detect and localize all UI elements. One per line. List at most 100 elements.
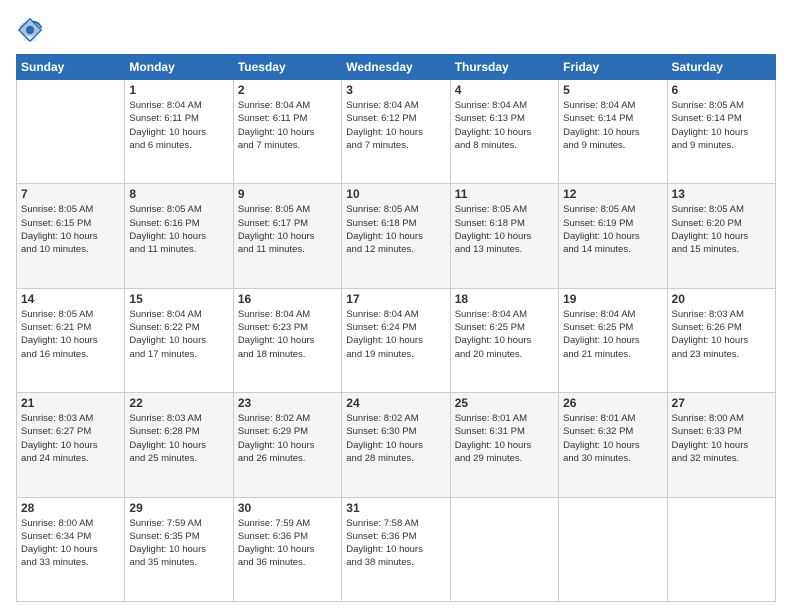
day-number: 6: [672, 83, 771, 97]
day-number: 21: [21, 396, 120, 410]
day-info: Sunrise: 8:05 AM Sunset: 6:20 PM Dayligh…: [672, 203, 771, 256]
calendar-cell: 9 Sunrise: 8:05 AM Sunset: 6:17 PM Daylig…: [233, 184, 341, 288]
calendar-week-5: 28 Sunrise: 8:00 AM Sunset: 6:34 PM Dayli…: [17, 497, 776, 601]
calendar-cell: 10 Sunrise: 8:05 AM Sunset: 6:18 PM Dayli…: [342, 184, 450, 288]
day-info: Sunrise: 8:01 AM Sunset: 6:32 PM Dayligh…: [563, 412, 662, 465]
calendar-cell: 27Sunrise: 8:00 AM Sunset: 6:33 PM Dayli…: [667, 393, 775, 497]
calendar-week-1: 1Sunrise: 8:04 AM Sunset: 6:11 PM Daylig…: [17, 80, 776, 184]
day-number: 24: [346, 396, 445, 410]
day-number: 29: [129, 501, 228, 515]
day-number: 20: [672, 292, 771, 306]
calendar-cell: 3 Sunrise: 8:04 AM Sunset: 6:12 PM Daylig…: [342, 80, 450, 184]
day-number: 11: [455, 187, 554, 201]
day-info: Sunrise: 8:01 AM Sunset: 6:31 PM Dayligh…: [455, 412, 554, 465]
day-info: Sunrise: 8:05 AM Sunset: 6:16 PM Dayligh…: [129, 203, 228, 256]
calendar-cell: [450, 497, 558, 601]
header: [16, 16, 776, 44]
calendar-cell: 28 Sunrise: 8:00 AM Sunset: 6:34 PM Dayli…: [17, 497, 125, 601]
day-info: Sunrise: 8:05 AM Sunset: 6:15 PM Dayligh…: [21, 203, 120, 256]
calendar-cell: 31 Sunrise: 7:58 AM Sunset: 6:36 PM Dayli…: [342, 497, 450, 601]
day-info: Sunrise: 8:03 AM Sunset: 6:26 PM Dayligh…: [672, 308, 771, 361]
day-info: Sunrise: 8:02 AM Sunset: 6:30 PM Dayligh…: [346, 412, 445, 465]
day-info: Sunrise: 8:04 AM Sunset: 6:13 PM Dayligh…: [455, 99, 554, 152]
day-number: 17: [346, 292, 445, 306]
day-info: Sunrise: 8:04 AM Sunset: 6:12 PM Dayligh…: [346, 99, 445, 152]
calendar-cell: 21 Sunrise: 8:03 AM Sunset: 6:27 PM Dayli…: [17, 393, 125, 497]
day-info: Sunrise: 8:04 AM Sunset: 6:25 PM Dayligh…: [563, 308, 662, 361]
day-info: Sunrise: 8:05 AM Sunset: 6:19 PM Dayligh…: [563, 203, 662, 256]
calendar-week-3: 14Sunrise: 8:05 AM Sunset: 6:21 PM Dayli…: [17, 288, 776, 392]
calendar-cell: 15Sunrise: 8:04 AM Sunset: 6:22 PM Dayli…: [125, 288, 233, 392]
day-number: 4: [455, 83, 554, 97]
day-info: Sunrise: 8:04 AM Sunset: 6:25 PM Dayligh…: [455, 308, 554, 361]
day-number: 12: [563, 187, 662, 201]
day-info: Sunrise: 7:59 AM Sunset: 6:35 PM Dayligh…: [129, 517, 228, 570]
weekday-header-tuesday: Tuesday: [233, 55, 341, 80]
calendar-cell: 4 Sunrise: 8:04 AM Sunset: 6:13 PM Daylig…: [450, 80, 558, 184]
calendar-cell: 13Sunrise: 8:05 AM Sunset: 6:20 PM Dayli…: [667, 184, 775, 288]
day-number: 18: [455, 292, 554, 306]
calendar-cell: 20 Sunrise: 8:03 AM Sunset: 6:26 PM Dayli…: [667, 288, 775, 392]
calendar-cell: 22 Sunrise: 8:03 AM Sunset: 6:28 PM Dayli…: [125, 393, 233, 497]
day-info: Sunrise: 8:00 AM Sunset: 6:33 PM Dayligh…: [672, 412, 771, 465]
day-info: Sunrise: 8:05 AM Sunset: 6:17 PM Dayligh…: [238, 203, 337, 256]
day-info: Sunrise: 7:58 AM Sunset: 6:36 PM Dayligh…: [346, 517, 445, 570]
calendar-cell: [17, 80, 125, 184]
day-info: Sunrise: 8:05 AM Sunset: 6:18 PM Dayligh…: [346, 203, 445, 256]
logo: [16, 16, 48, 44]
calendar-cell: 19 Sunrise: 8:04 AM Sunset: 6:25 PM Dayli…: [559, 288, 667, 392]
page: SundayMondayTuesdayWednesdayThursdayFrid…: [0, 0, 792, 612]
calendar-cell: [667, 497, 775, 601]
calendar-cell: 30Sunrise: 7:59 AM Sunset: 6:36 PM Dayli…: [233, 497, 341, 601]
day-info: Sunrise: 8:04 AM Sunset: 6:23 PM Dayligh…: [238, 308, 337, 361]
day-info: Sunrise: 8:00 AM Sunset: 6:34 PM Dayligh…: [21, 517, 120, 570]
calendar-cell: 11 Sunrise: 8:05 AM Sunset: 6:18 PM Dayli…: [450, 184, 558, 288]
day-number: 25: [455, 396, 554, 410]
day-info: Sunrise: 8:04 AM Sunset: 6:11 PM Dayligh…: [129, 99, 228, 152]
day-number: 31: [346, 501, 445, 515]
calendar-week-4: 21 Sunrise: 8:03 AM Sunset: 6:27 PM Dayli…: [17, 393, 776, 497]
calendar-cell: 12 Sunrise: 8:05 AM Sunset: 6:19 PM Dayli…: [559, 184, 667, 288]
calendar-cell: 16Sunrise: 8:04 AM Sunset: 6:23 PM Dayli…: [233, 288, 341, 392]
calendar-cell: 17 Sunrise: 8:04 AM Sunset: 6:24 PM Dayli…: [342, 288, 450, 392]
weekday-header-wednesday: Wednesday: [342, 55, 450, 80]
day-number: 15: [129, 292, 228, 306]
calendar-cell: 6 Sunrise: 8:05 AM Sunset: 6:14 PM Daylig…: [667, 80, 775, 184]
day-info: Sunrise: 8:03 AM Sunset: 6:28 PM Dayligh…: [129, 412, 228, 465]
day-info: Sunrise: 8:04 AM Sunset: 6:14 PM Dayligh…: [563, 99, 662, 152]
calendar-cell: 14Sunrise: 8:05 AM Sunset: 6:21 PM Dayli…: [17, 288, 125, 392]
day-info: Sunrise: 7:59 AM Sunset: 6:36 PM Dayligh…: [238, 517, 337, 570]
day-number: 19: [563, 292, 662, 306]
day-number: 26: [563, 396, 662, 410]
weekday-header-friday: Friday: [559, 55, 667, 80]
day-info: Sunrise: 8:05 AM Sunset: 6:18 PM Dayligh…: [455, 203, 554, 256]
calendar-cell: 25 Sunrise: 8:01 AM Sunset: 6:31 PM Dayli…: [450, 393, 558, 497]
day-number: 7: [21, 187, 120, 201]
day-number: 8: [129, 187, 228, 201]
day-number: 14: [21, 292, 120, 306]
logo-icon: [16, 16, 44, 44]
calendar-cell: 8 Sunrise: 8:05 AM Sunset: 6:16 PM Daylig…: [125, 184, 233, 288]
calendar-cell: 24 Sunrise: 8:02 AM Sunset: 6:30 PM Dayli…: [342, 393, 450, 497]
day-number: 5: [563, 83, 662, 97]
weekday-header-sunday: Sunday: [17, 55, 125, 80]
weekday-header-row: SundayMondayTuesdayWednesdayThursdayFrid…: [17, 55, 776, 80]
calendar-cell: 2 Sunrise: 8:04 AM Sunset: 6:11 PM Daylig…: [233, 80, 341, 184]
day-number: 3: [346, 83, 445, 97]
calendar-cell: 18 Sunrise: 8:04 AM Sunset: 6:25 PM Dayli…: [450, 288, 558, 392]
day-number: 10: [346, 187, 445, 201]
day-number: 28: [21, 501, 120, 515]
day-info: Sunrise: 8:04 AM Sunset: 6:11 PM Dayligh…: [238, 99, 337, 152]
day-info: Sunrise: 8:04 AM Sunset: 6:24 PM Dayligh…: [346, 308, 445, 361]
day-info: Sunrise: 8:05 AM Sunset: 6:14 PM Dayligh…: [672, 99, 771, 152]
day-number: 9: [238, 187, 337, 201]
calendar-week-2: 7 Sunrise: 8:05 AM Sunset: 6:15 PM Daylig…: [17, 184, 776, 288]
calendar-cell: 23Sunrise: 8:02 AM Sunset: 6:29 PM Dayli…: [233, 393, 341, 497]
weekday-header-monday: Monday: [125, 55, 233, 80]
day-number: 22: [129, 396, 228, 410]
calendar-cell: 5 Sunrise: 8:04 AM Sunset: 6:14 PM Daylig…: [559, 80, 667, 184]
calendar-cell: 29 Sunrise: 7:59 AM Sunset: 6:35 PM Dayli…: [125, 497, 233, 601]
day-info: Sunrise: 8:03 AM Sunset: 6:27 PM Dayligh…: [21, 412, 120, 465]
day-number: 2: [238, 83, 337, 97]
calendar-cell: 7 Sunrise: 8:05 AM Sunset: 6:15 PM Daylig…: [17, 184, 125, 288]
